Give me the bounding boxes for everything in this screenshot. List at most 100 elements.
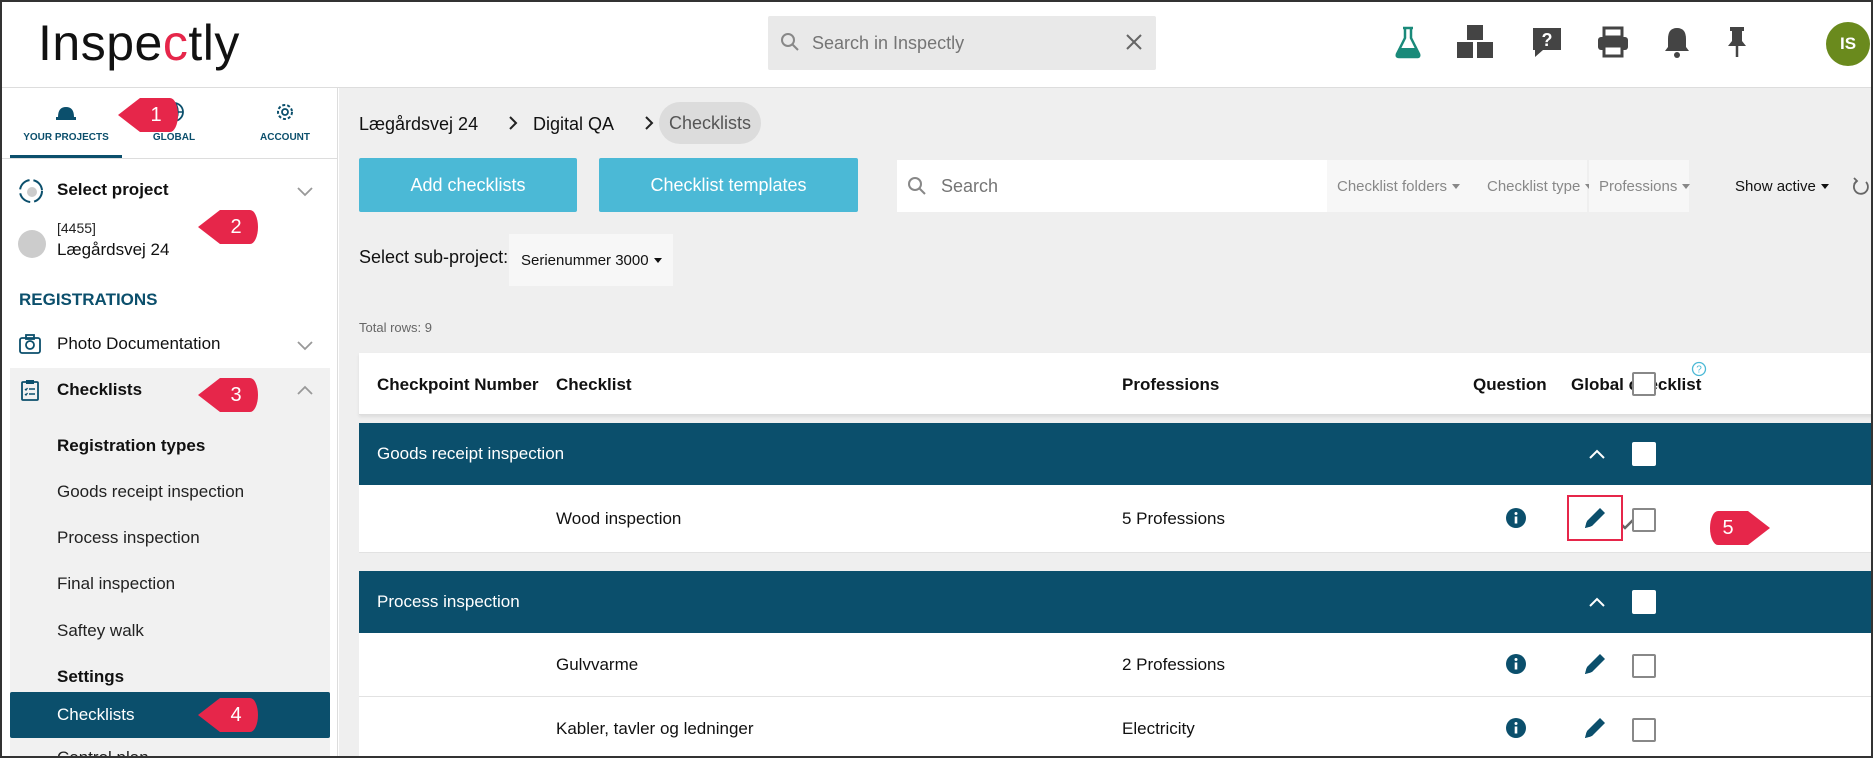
help-circle-icon[interactable]: ? bbox=[1691, 361, 1707, 377]
chevron-right-icon bbox=[645, 116, 654, 130]
sidebar-item-goods-receipt[interactable]: Goods receipt inspection bbox=[57, 482, 244, 502]
cubes-icon[interactable] bbox=[1453, 22, 1497, 62]
global-search-box[interactable] bbox=[768, 16, 1156, 70]
registrations-header: REGISTRATIONS bbox=[19, 290, 158, 309]
info-icon[interactable] bbox=[1505, 717, 1527, 739]
chevron-up-icon[interactable] bbox=[1588, 448, 1606, 460]
edit-pencil-icon[interactable] bbox=[1581, 650, 1609, 678]
chevron-down-icon bbox=[297, 187, 313, 197]
project-name: Lægårdsvej 24 bbox=[57, 240, 170, 259]
caret-down-icon bbox=[1682, 183, 1691, 189]
caret-down-icon bbox=[1820, 183, 1829, 189]
chevron-up-icon[interactable] bbox=[1588, 596, 1606, 608]
callout-marker-2: 2 bbox=[198, 208, 258, 246]
sidebar-item-process-inspection[interactable]: Process inspection bbox=[57, 528, 200, 548]
info-icon[interactable] bbox=[1505, 653, 1527, 675]
reset-icon[interactable] bbox=[1851, 176, 1871, 196]
top-bar: Inspectly ? IS bbox=[2, 2, 1871, 88]
user-avatar[interactable]: IS bbox=[1826, 22, 1870, 66]
select-all-checkbox[interactable] bbox=[1632, 372, 1656, 396]
add-checklists-button[interactable]: Add checklists bbox=[359, 158, 577, 212]
chevron-right-icon bbox=[509, 116, 518, 130]
info-icon[interactable] bbox=[1505, 507, 1527, 529]
global-search-input[interactable] bbox=[812, 16, 1112, 70]
checklist-type-filter[interactable]: Checklist type bbox=[1477, 160, 1594, 212]
subproject-value: Serienummer 3000 bbox=[521, 251, 649, 269]
group-name: Process inspection bbox=[377, 592, 520, 611]
bell-icon[interactable] bbox=[1657, 22, 1697, 62]
sidebar-item-control-plan[interactable]: Control plan bbox=[57, 748, 149, 756]
group-checkbox[interactable] bbox=[1632, 590, 1656, 614]
column-checkpoint-number[interactable]: Checkpoint Number bbox=[377, 375, 539, 395]
table-header: Checkpoint Number Checklist Professions … bbox=[359, 353, 1871, 415]
row-checkbox[interactable] bbox=[1632, 508, 1656, 532]
group-name: Goods receipt inspection bbox=[377, 444, 565, 463]
callout-number: 5 bbox=[1722, 517, 1734, 539]
show-active-filter[interactable]: Show active bbox=[1725, 160, 1835, 212]
callout-marker-3: 3 bbox=[198, 376, 258, 414]
select-project-dropdown[interactable]: Select project bbox=[16, 176, 326, 206]
pin-icon[interactable] bbox=[1717, 22, 1757, 62]
project-number: [4455] bbox=[57, 220, 96, 236]
group-row[interactable]: Goods receipt inspection bbox=[359, 423, 1871, 485]
checklist-name: Gulvvarme bbox=[556, 655, 639, 674]
checklist-templates-button[interactable]: Checklist templates bbox=[599, 158, 858, 212]
print-icon[interactable] bbox=[1593, 22, 1633, 62]
help-icon[interactable]: ? bbox=[1527, 22, 1567, 62]
row-checkbox[interactable] bbox=[1632, 654, 1656, 678]
sidebar-item-checklists-settings[interactable]: Checklists bbox=[10, 692, 330, 738]
callout-number: 3 bbox=[230, 384, 242, 406]
filter-label: Checklist type bbox=[1487, 177, 1581, 195]
subproject-select[interactable]: Serienummer 3000 bbox=[509, 234, 673, 286]
column-professions[interactable]: Professions bbox=[1122, 375, 1219, 395]
sidebar-item-checklists[interactable]: Checklists bbox=[10, 368, 330, 412]
edit-pencil-icon[interactable] bbox=[1581, 714, 1609, 742]
column-question[interactable]: Question bbox=[1473, 375, 1547, 395]
search-icon bbox=[781, 33, 799, 51]
sidebar-item-label: Checklists bbox=[57, 380, 143, 399]
inspectly-logo[interactable]: Inspectly bbox=[38, 14, 240, 72]
group-row[interactable]: Process inspection bbox=[359, 571, 1871, 633]
subproject-label: Select sub-project: bbox=[359, 247, 509, 267]
professions-value[interactable]: Electricity bbox=[1122, 719, 1195, 739]
tab-your-projects-label: YOUR PROJECTS bbox=[23, 132, 109, 143]
checklist-search-input[interactable] bbox=[941, 160, 1311, 212]
professions-value[interactable]: 2 Professions bbox=[1122, 655, 1225, 675]
flask-icon[interactable] bbox=[1388, 22, 1428, 62]
svg-text:?: ? bbox=[1542, 30, 1553, 50]
select-project-label: Select project bbox=[57, 180, 169, 199]
tab-your-projects[interactable]: YOUR PROJECTS bbox=[10, 88, 122, 158]
checklist-folders-filter[interactable]: Checklist folders bbox=[1327, 160, 1477, 212]
main-content: Lægårdsvej 24 Digital QA Checklists Add … bbox=[339, 88, 1871, 756]
row-checkbox[interactable] bbox=[1632, 718, 1656, 742]
search-icon bbox=[908, 177, 926, 195]
edit-pencil-icon[interactable] bbox=[1581, 504, 1609, 532]
professions-filter[interactable]: Professions bbox=[1589, 160, 1691, 212]
current-project[interactable]: [4455] Lægårdsvej 24 bbox=[18, 216, 318, 266]
divider bbox=[2, 158, 338, 159]
checklist-search-box[interactable] bbox=[897, 160, 1327, 212]
table-row[interactable]: Gulvvarme 2 Professions bbox=[359, 633, 1871, 697]
sidebar-item-photo-documentation[interactable]: Photo Documentation bbox=[10, 322, 330, 366]
clipboard-icon bbox=[21, 380, 39, 401]
registration-types-header: Registration types bbox=[57, 436, 206, 455]
filter-label: Show active bbox=[1735, 177, 1816, 195]
sidebar-item-final-inspection[interactable]: Final inspection bbox=[57, 574, 175, 594]
app-window: Inspectly ? IS YOUR PROJECTS GLOBAL bbox=[0, 0, 1873, 758]
sidebar-item-saftey-walk[interactable]: Saftey walk bbox=[57, 621, 144, 641]
breadcrumb-checklists: Checklists bbox=[659, 102, 762, 144]
clear-search-icon[interactable] bbox=[1122, 30, 1146, 54]
tab-account[interactable]: ACCOUNT bbox=[229, 88, 341, 158]
sidebar-item-label: Checklists bbox=[57, 705, 135, 724]
group-checkbox[interactable] bbox=[1632, 442, 1656, 466]
table-row[interactable]: Kabler, tavler og ledninger Electricity bbox=[359, 697, 1871, 756]
filter-label: Checklist folders bbox=[1337, 177, 1448, 195]
professions-value[interactable]: 5 Professions bbox=[1122, 509, 1225, 529]
breadcrumb-digital-qa[interactable]: Digital QA bbox=[533, 114, 614, 135]
breadcrumb-project[interactable]: Lægårdsvej 24 bbox=[359, 114, 478, 135]
column-checklist[interactable]: Checklist bbox=[556, 375, 632, 395]
chevron-down-icon bbox=[297, 341, 313, 351]
table-row[interactable]: Wood inspection 5 Professions bbox=[359, 485, 1871, 553]
sidebar-item-label: Photo Documentation bbox=[57, 334, 221, 353]
sidebar: YOUR PROJECTS GLOBAL ACCOUNT Select proj… bbox=[2, 88, 341, 756]
